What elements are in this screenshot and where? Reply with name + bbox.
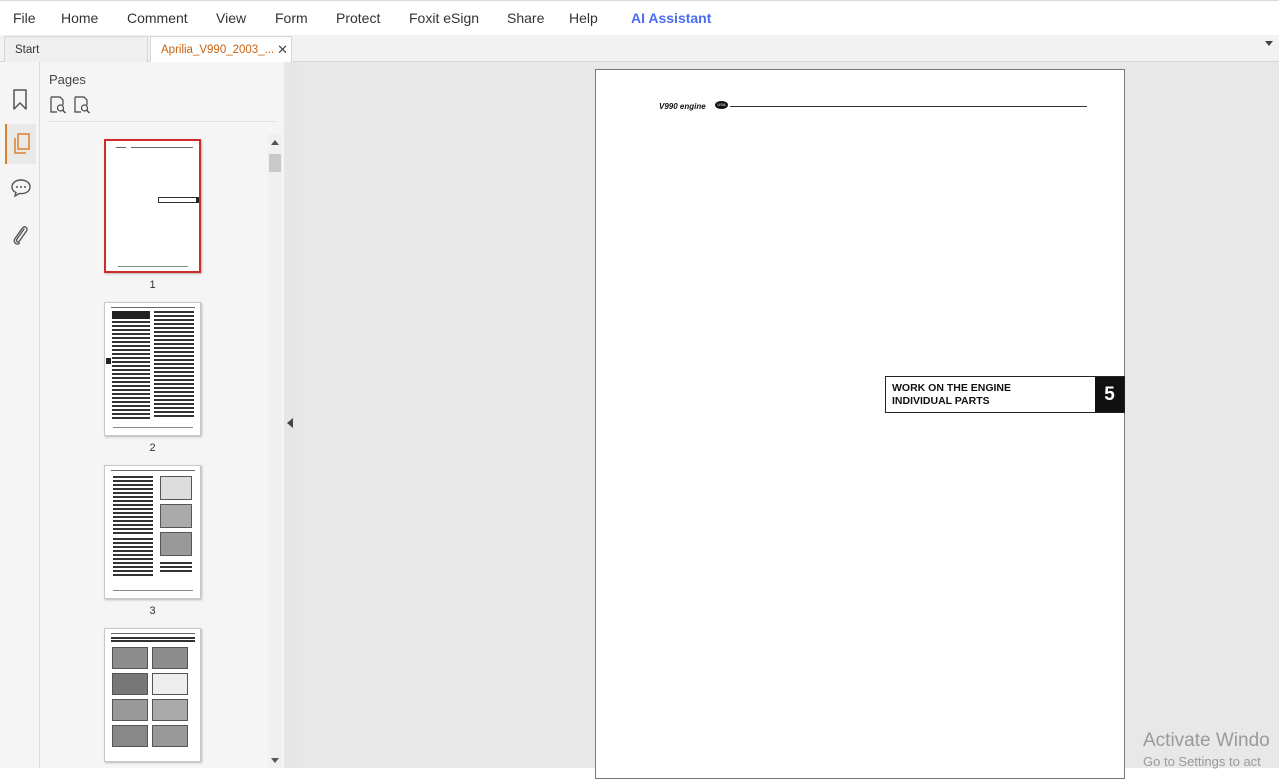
menu-ai-assistant[interactable]: AI Assistant — [631, 10, 711, 26]
bookmark-icon — [13, 89, 27, 110]
thumbnail-list: 1 2 3 — [40, 134, 268, 768]
thumbnail-label-1: 1 — [149, 279, 156, 291]
collapse-arrow-icon — [287, 418, 293, 428]
pages-icon — [14, 133, 30, 154]
scrollbar-thumb[interactable] — [269, 154, 281, 172]
page-thumbnail-2[interactable] — [104, 302, 201, 436]
menu-comment[interactable]: Comment — [127, 10, 188, 26]
document-view[interactable]: V990 engine USA WORK ON THE ENGINE INDIV… — [297, 62, 1279, 779]
menu-help[interactable]: Help — [569, 10, 598, 26]
menu-home[interactable]: Home — [61, 10, 98, 26]
activation-watermark: Activate Windo Go to Settings to act — [1143, 730, 1270, 769]
menu-view[interactable]: View — [216, 10, 246, 26]
page-thumbnail-1[interactable] — [104, 139, 201, 273]
page-zoom-in-button[interactable] — [49, 96, 67, 114]
section-title-line1: WORK ON THE ENGINE — [892, 382, 1012, 394]
comment-icon — [11, 179, 31, 198]
comments-button[interactable] — [5, 168, 36, 208]
attachment-icon — [13, 226, 28, 245]
page-zoom-out-icon — [74, 96, 90, 114]
pages-panel: Pages 1 2 3 — [40, 62, 284, 768]
section-title-line2: INDIVIDUAL PARTS — [892, 395, 990, 407]
menu-file[interactable]: File — [13, 10, 36, 26]
thumbnail-label-2: 2 — [149, 442, 156, 454]
section-heading-box: WORK ON THE ENGINE INDIVIDUAL PARTS 5 — [885, 376, 1125, 413]
close-icon[interactable]: ✕ — [277, 42, 288, 58]
navigation-rail — [0, 62, 40, 768]
menu-protect[interactable]: Protect — [336, 10, 380, 26]
thumbnail-scrollbar[interactable] — [268, 134, 282, 768]
tab-document[interactable]: Aprilia_V990_2003_... ✕ — [150, 36, 292, 63]
page-thumbnail-3[interactable] — [104, 465, 201, 599]
watermark-line2: Go to Settings to act — [1143, 754, 1261, 769]
menu-bar: File Home Comment View Form Protect Foxi… — [0, 0, 1279, 35]
page-thumbnail-4[interactable] — [104, 628, 201, 762]
menu-share[interactable]: Share — [507, 10, 544, 26]
tab-document-label: Aprilia_V990_2003_... — [161, 44, 275, 56]
panel-collapse-handle[interactable] — [284, 62, 297, 768]
menu-form[interactable]: Form — [275, 10, 308, 26]
section-number: 5 — [1095, 377, 1124, 412]
page-zoom-out-button[interactable] — [73, 96, 91, 114]
section-title: WORK ON THE ENGINE INDIVIDUAL PARTS — [892, 382, 1011, 408]
tab-start[interactable]: Start — [4, 36, 148, 62]
thumbnail-label-3: 3 — [149, 605, 156, 617]
menu-foxit-esign[interactable]: Foxit eSign — [409, 10, 479, 26]
usa-logo-text: USA — [717, 102, 726, 107]
header-rule — [730, 106, 1087, 107]
tab-list-dropdown-icon[interactable] — [1265, 41, 1273, 46]
document-tab-bar: Start Aprilia_V990_2003_... ✕ — [0, 35, 1279, 63]
bookmarks-button[interactable] — [5, 80, 36, 120]
tab-start-label: Start — [15, 44, 40, 56]
usa-logo: USA — [715, 101, 728, 109]
scroll-down-icon[interactable] — [271, 758, 279, 763]
page-zoom-in-icon — [50, 96, 66, 114]
attachments-button[interactable] — [5, 214, 36, 254]
panel-divider — [48, 121, 276, 122]
scroll-up-icon[interactable] — [271, 140, 279, 145]
pages-button[interactable] — [5, 124, 36, 164]
page-header-title: V990 engine — [659, 102, 706, 111]
pdf-page: V990 engine USA WORK ON THE ENGINE INDIV… — [595, 69, 1125, 779]
watermark-line1: Activate Windo — [1143, 730, 1270, 751]
panel-title: Pages — [49, 72, 86, 87]
